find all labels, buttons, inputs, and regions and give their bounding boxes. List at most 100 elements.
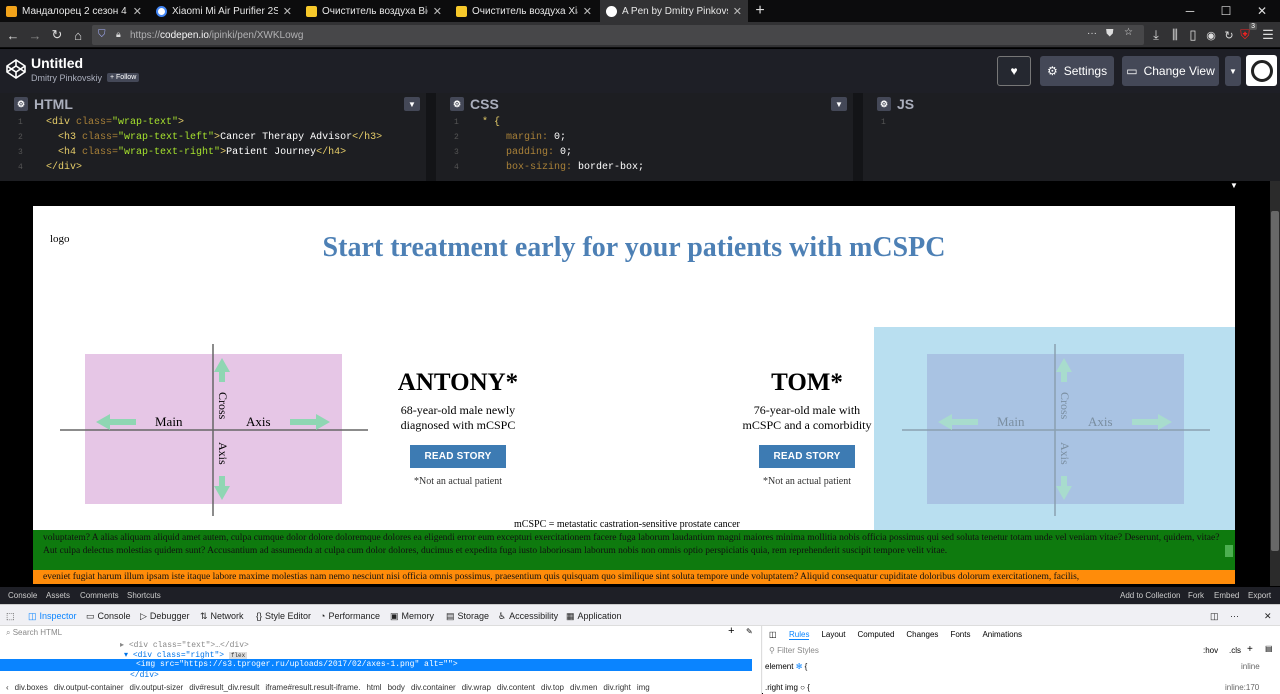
add-node-icon[interactable]: + — [728, 626, 735, 638]
breadcrumb-item[interactable]: div#result_div.result — [189, 683, 259, 694]
change-view-button[interactable]: ▭ Change View — [1122, 56, 1219, 86]
green-block-scrollbar[interactable] — [1225, 545, 1233, 557]
rules-tab-rules[interactable]: Rules — [789, 630, 810, 640]
page-actions-icon[interactable]: ··· — [1087, 28, 1097, 39]
tab-network[interactable]: ⇅ Network — [200, 609, 244, 623]
ublock-extension-icon[interactable]: ⛨ 3 — [1236, 23, 1257, 44]
code-line[interactable]: 2 <h3 class="wrap-text-left">Cancer Ther… — [0, 130, 426, 145]
close-tab-icon[interactable]: ✕ — [283, 5, 292, 18]
breadcrumb-item[interactable]: div.output-sizer — [130, 683, 184, 694]
rule-right-img[interactable]: .right img ○ { — [765, 683, 810, 692]
cls-toggle[interactable]: .cls — [1229, 646, 1241, 655]
close-devtools-icon[interactable]: ✕ — [1264, 609, 1272, 623]
rule-source[interactable]: inline — [1241, 662, 1260, 671]
more-options-icon[interactable]: ··· — [1230, 609, 1239, 623]
filter-styles-input[interactable]: ⚲ Filter Styles — [769, 646, 819, 655]
browser-tab-1[interactable]: Мандалорец 2 сезон 4 серия ✕ — [0, 0, 148, 22]
close-tab-icon[interactable]: ✕ — [733, 5, 742, 18]
tab-debugger[interactable]: ▷ Debugger — [140, 609, 189, 623]
pen-author[interactable]: Dmitry Pinkovskiy — [31, 73, 102, 83]
tab-storage[interactable]: ▤ Storage — [446, 609, 489, 623]
browser-tab-5-active[interactable]: A Pen by Dmitry Pinkovskiy ✕ — [600, 0, 748, 22]
love-button[interactable]: ♥ — [997, 56, 1031, 86]
editor-resizer[interactable] — [426, 93, 436, 181]
code-line[interactable]: 1 <div class="wrap-text"> — [0, 115, 426, 130]
tree-row-selected[interactable]: <img src="https://s3.tproger.ru/uploads/… — [0, 659, 752, 671]
breadcrumb-item[interactable]: div.wrap — [462, 683, 491, 694]
forward-icon[interactable]: → — [26, 26, 44, 44]
html-settings-gear-icon[interactable]: ⚙ — [14, 97, 28, 111]
follow-button[interactable]: + Follow — [107, 73, 140, 82]
code-line[interactable]: 4 </div> — [0, 160, 426, 175]
menu-icon[interactable]: ☰ — [1259, 26, 1277, 44]
breadcrumb-item[interactable]: img — [637, 683, 650, 694]
dock-options-icon[interactable]: ◫ — [1210, 609, 1219, 623]
breadcrumb-item[interactable]: div.content — [497, 683, 535, 694]
breadcrumb-item[interactable]: div.men — [570, 683, 597, 694]
settings-button[interactable]: ⚙ Settings — [1040, 56, 1114, 86]
css-code-area[interactable]: 1 * {2 margin: 0; 3 padding: 0; 4 box-sizin… — [436, 115, 853, 175]
css-settings-gear-icon[interactable]: ⚙ — [450, 97, 464, 111]
code-line[interactable]: 4 box-sizing: border-box; — [436, 160, 853, 175]
read-story-button-antony[interactable]: READ STORY — [410, 445, 506, 468]
tree-row[interactable]: </div> — [0, 671, 762, 681]
comments-button[interactable]: Comments — [80, 589, 119, 602]
css-options-chevron-icon[interactable]: ▼ — [831, 97, 847, 111]
close-tab-icon[interactable]: ✕ — [583, 5, 592, 18]
html-options-chevron-icon[interactable]: ▼ — [404, 97, 420, 111]
code-line[interactable]: 1 * { — [436, 115, 853, 130]
breadcrumb-item[interactable]: div.top — [541, 683, 564, 694]
breadcrumb-back-icon[interactable]: ‹ — [6, 683, 9, 694]
breadcrumb-item[interactable]: div.right — [603, 683, 630, 694]
rule-element[interactable]: element ✻ { — [765, 662, 807, 671]
shortcuts-button[interactable]: Shortcuts — [127, 589, 161, 602]
browser-tab-2[interactable]: Xiaomi Mi Air Purifier 2S 4050 ✕ — [150, 0, 298, 22]
breadcrumb-item[interactable]: div.boxes — [15, 683, 48, 694]
add-to-collection-button[interactable]: Add to Collection — [1120, 589, 1180, 602]
console-button[interactable]: Console — [8, 589, 37, 602]
export-button[interactable]: Export — [1248, 589, 1271, 602]
breadcrumb-item[interactable]: div.container — [411, 683, 456, 694]
read-story-button-tom[interactable]: READ STORY — [759, 445, 855, 468]
rule-source[interactable]: inline:170 — [1225, 683, 1259, 692]
rule-toggle-icon[interactable]: ○ — [800, 683, 805, 692]
account-icon[interactable]: ◉ — [1202, 26, 1220, 44]
user-avatar[interactable] — [1246, 55, 1277, 86]
tree-row[interactable]: ▸ <div class="text">…</div> — [0, 640, 762, 650]
breadcrumb-item[interactable]: div.output-container — [54, 683, 124, 694]
maximize-window-icon[interactable]: ☐ — [1208, 0, 1244, 22]
fork-button[interactable]: Fork — [1188, 589, 1204, 602]
js-settings-gear-icon[interactable]: ⚙ — [877, 97, 891, 111]
close-window-icon[interactable]: ✕ — [1244, 0, 1280, 22]
address-bar[interactable]: ⛉ 🔒︎ https://codepen.io/ipinki/pen/XWKLo… — [92, 25, 1144, 45]
minimize-window-icon[interactable]: ─ — [1172, 0, 1208, 22]
library-icon[interactable]: ⫼ — [1166, 26, 1184, 44]
html-editor[interactable]: ⚙ HTML ▼ 1 <div class="wrap-text"> 2 <h3 cl… — [0, 93, 426, 181]
tab-performance[interactable]: ◔ Performance — [320, 609, 380, 623]
sidebar-icon[interactable]: ▯ — [1184, 26, 1202, 44]
rules-tab-computed[interactable]: Computed — [857, 630, 894, 640]
hov-toggle[interactable]: :hov — [1203, 646, 1218, 655]
back-icon[interactable]: ← — [4, 26, 22, 44]
search-html-input[interactable]: ⌕ Search HTML — [6, 628, 62, 638]
breadcrumb-item[interactable]: iframe#result.result-iframe. — [265, 683, 360, 694]
pick-element-icon[interactable]: ⬚ — [6, 609, 15, 623]
rules-tab-changes[interactable]: Changes — [906, 630, 938, 640]
rules-tab-animations[interactable]: Animations — [982, 630, 1022, 640]
browser-tab-4[interactable]: Очиститель воздуха Xiaomi M ✕ — [450, 0, 598, 22]
eyedropper-icon[interactable]: ✎ — [746, 627, 753, 637]
toggle-sidebar-icon[interactable]: ◫ — [769, 630, 777, 639]
tab-console[interactable]: ▭ Console — [86, 609, 131, 623]
tab-memory[interactable]: ▣ Memory — [390, 609, 434, 623]
tab-style-editor[interactable]: {} Style Editor — [256, 609, 311, 623]
breadcrumb-item[interactable]: html — [366, 683, 381, 694]
editor-resizer[interactable] — [853, 93, 863, 181]
bookmark-star-icon[interactable]: ☆ — [1124, 27, 1133, 38]
view-dropdown-button[interactable]: ▼ — [1225, 56, 1241, 86]
close-tab-icon[interactable]: ✕ — [433, 5, 442, 18]
css-editor[interactable]: ⚙ CSS ▼ 1 * {2 margin: 0; 3 padding: 0; 4 bo… — [436, 93, 853, 181]
tab-inspector[interactable]: ◫ Inspector — [28, 609, 77, 623]
breadcrumb-item[interactable]: body — [388, 683, 405, 694]
tab-accessibility[interactable]: ♿︎ Accessibility — [498, 609, 558, 623]
rules-tab-layout[interactable]: Layout — [821, 630, 845, 640]
